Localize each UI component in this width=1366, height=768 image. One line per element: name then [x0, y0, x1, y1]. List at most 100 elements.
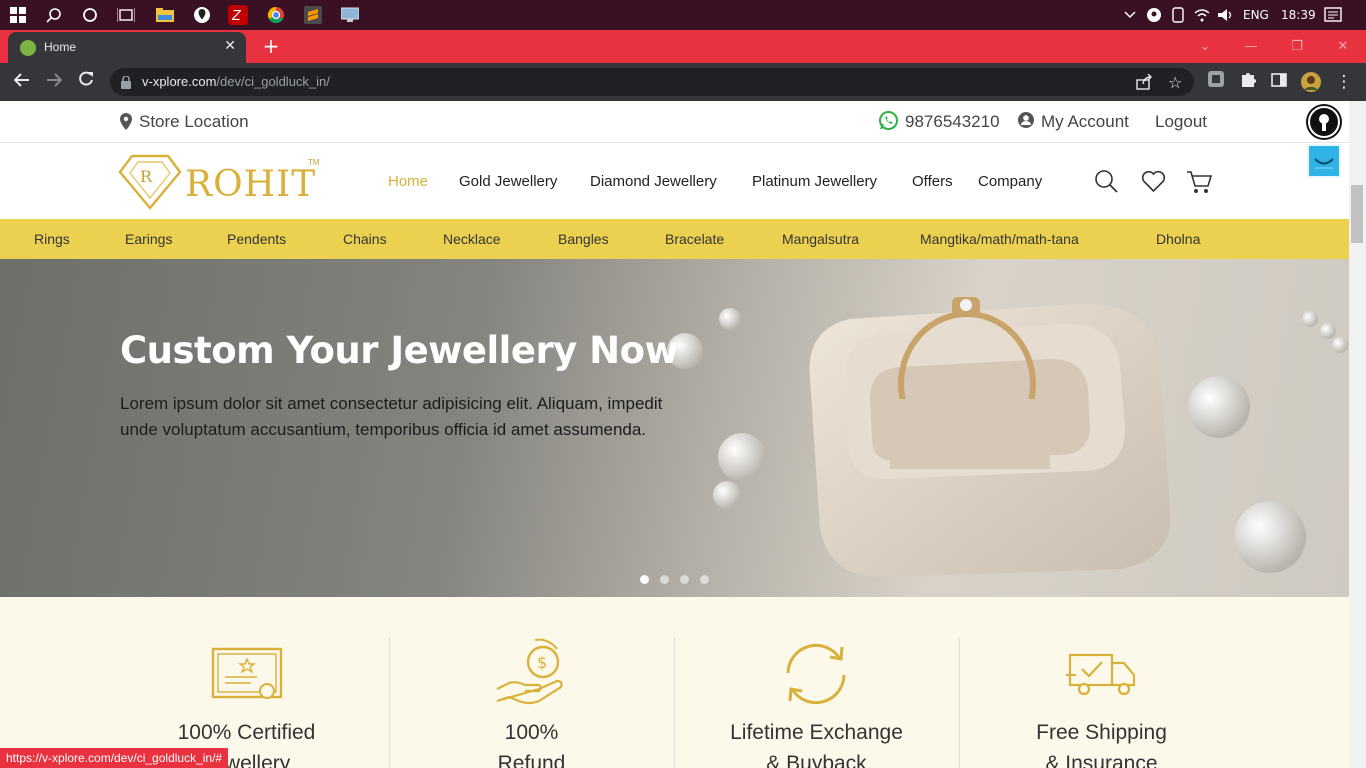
hero-slider: Custom Your Jewellery Now Lorem ipsum do…: [0, 259, 1349, 597]
logout-link[interactable]: Logout: [1155, 112, 1207, 132]
browser-tab[interactable]: Home ✕: [8, 32, 246, 63]
clock[interactable]: 18:39: [1281, 0, 1316, 30]
remote-desktop-icon[interactable]: [340, 5, 360, 25]
sublime-text-icon[interactable]: [303, 5, 323, 25]
slider-dot-1-active[interactable]: [640, 575, 649, 584]
svg-text:$: $: [537, 653, 547, 672]
task-view-icon[interactable]: [116, 5, 136, 25]
lock-icon[interactable]: [121, 74, 131, 93]
main-header: R ROHIT TM Home Gold Jewellery Diamond J…: [0, 144, 1349, 219]
address-bar[interactable]: v-xplore.com/dev/ci_goldluck_in/ ☆: [110, 68, 1194, 96]
logo-trademark: TM: [308, 158, 320, 167]
page-scrollbar[interactable]: [1349, 101, 1366, 768]
extension-grey-icon[interactable]: [1205, 71, 1227, 93]
category-necklace[interactable]: Necklace: [443, 231, 501, 247]
webpage: Store Location 9876543210 My Account Log…: [0, 101, 1349, 768]
file-explorer-icon[interactable]: [155, 5, 175, 25]
language-indicator[interactable]: ENG: [1243, 0, 1269, 30]
browser-toolbar: v-xplore.com/dev/ci_goldluck_in/ ☆ ⋮: [0, 63, 1366, 101]
category-mangtika[interactable]: Mangtika/math/math-tana: [920, 231, 1079, 247]
exchange-cycle-icon: [786, 643, 846, 705]
logo-text: ROHIT: [185, 164, 317, 205]
browser-menu-icon[interactable]: ⋮: [1333, 71, 1355, 93]
url-text[interactable]: v-xplore.com/dev/ci_goldluck_in/: [142, 74, 330, 89]
windows-taskbar: Z ENG 18:39: [0, 0, 1366, 30]
floating-keyhole-widget-icon[interactable]: [1306, 104, 1342, 140]
hero-title: Custom Your Jewellery Now: [120, 329, 679, 372]
hero-description: Lorem ipsum dolor sit amet consectetur a…: [120, 394, 663, 439]
site-logo[interactable]: R ROHIT TM: [118, 152, 328, 212]
back-arrow-icon[interactable]: [11, 71, 33, 93]
whatsapp-icon: [879, 111, 898, 135]
feature-text: Lifetime Exchange & Buyback: [730, 721, 903, 768]
category-bangles[interactable]: Bangles: [558, 231, 609, 247]
floating-chat-widget-icon[interactable]: [1307, 144, 1341, 178]
side-panel-icon[interactable]: [1268, 71, 1290, 93]
link-status-bubble: https://v-xplore.com/dev/ci_goldluck_in/…: [0, 748, 229, 768]
site-favicon-icon: [20, 40, 36, 56]
maps-icon[interactable]: [192, 5, 212, 25]
share-icon[interactable]: [1136, 73, 1152, 94]
category-chains[interactable]: Chains: [343, 231, 387, 247]
certificate-icon: [211, 647, 283, 699]
extensions-puzzle-icon[interactable]: [1237, 71, 1259, 93]
nav-diamond-jewellery[interactable]: Diamond Jewellery: [590, 173, 717, 190]
nav-gold-jewellery[interactable]: Gold Jewellery: [459, 173, 557, 190]
wishlist-heart-icon[interactable]: [1141, 170, 1166, 198]
search-icon[interactable]: [1095, 170, 1118, 198]
cortana-icon[interactable]: [80, 5, 100, 25]
notifications-icon[interactable]: [1323, 5, 1343, 25]
user-circle-icon: [1018, 112, 1034, 133]
category-bracelate[interactable]: Bracelate: [665, 231, 724, 247]
features-section: 100% Certified Jewellery $ 100% Refund L…: [0, 597, 1349, 768]
bookmark-star-icon[interactable]: ☆: [1168, 73, 1182, 92]
delivery-truck-icon: [1066, 653, 1136, 696]
svg-text:Z: Z: [231, 9, 242, 24]
nav-platinum-jewellery[interactable]: Platinum Jewellery: [752, 173, 877, 190]
profile-avatar[interactable]: [1300, 71, 1322, 93]
nav-offers[interactable]: Offers: [912, 173, 953, 190]
windows-start-icon[interactable]: [8, 5, 28, 25]
minimize-button[interactable]: —: [1228, 33, 1274, 61]
store-location-link[interactable]: Store Location: [139, 112, 249, 132]
slider-dot-3[interactable]: [680, 575, 689, 584]
new-tab-button[interactable]: +: [259, 32, 283, 60]
diamond-logo-icon: R: [118, 154, 182, 210]
slider-dot-4[interactable]: [700, 575, 709, 584]
phone-number[interactable]: 9876543210: [905, 112, 1000, 132]
tab-title: Home: [44, 40, 77, 54]
tab-search-icon[interactable]: ⌄: [1182, 33, 1228, 61]
category-rings[interactable]: Rings: [34, 231, 70, 247]
category-dholna[interactable]: Dholna: [1156, 231, 1200, 247]
category-bar: Rings Earings Pendents Chains Necklace B…: [0, 219, 1349, 259]
restore-button[interactable]: ❐: [1274, 33, 1320, 61]
slider-dot-2[interactable]: [660, 575, 669, 584]
wifi-icon[interactable]: [1192, 5, 1212, 25]
forward-arrow-icon[interactable]: [43, 71, 65, 93]
svg-text:R: R: [140, 167, 153, 186]
close-window-button[interactable]: ✕: [1320, 33, 1366, 61]
cart-icon[interactable]: [1186, 170, 1213, 199]
category-pendents[interactable]: Pendents: [227, 231, 286, 247]
reload-icon[interactable]: [75, 71, 97, 93]
chevron-up-icon[interactable]: [1120, 5, 1140, 25]
chrome-icon[interactable]: [266, 5, 286, 25]
search-icon[interactable]: [44, 5, 64, 25]
scrollbar-thumb[interactable]: [1351, 185, 1363, 243]
device-tray-icon[interactable]: [1168, 5, 1188, 25]
browser-tab-strip: Home ✕ + ⌄ — ❐ ✕: [0, 30, 1366, 63]
category-mangalsutra[interactable]: Mangalsutra: [782, 231, 859, 247]
top-info-bar: Store Location 9876543210 My Account Log…: [0, 101, 1349, 143]
nav-company[interactable]: Company: [978, 173, 1042, 190]
feature-text: Free Shipping & Insurance: [1036, 721, 1167, 768]
close-tab-icon[interactable]: ✕: [224, 38, 236, 54]
location-tray-icon[interactable]: [1144, 5, 1164, 25]
filezilla-icon[interactable]: Z: [228, 5, 248, 25]
map-pin-icon: [120, 113, 132, 135]
nav-home[interactable]: Home: [388, 173, 428, 190]
refund-hand-coin-icon: $: [496, 638, 563, 705]
volume-icon[interactable]: [1216, 5, 1236, 25]
my-account-link[interactable]: My Account: [1041, 112, 1129, 132]
feature-text: 100% Refund: [497, 721, 566, 768]
category-earings[interactable]: Earings: [125, 231, 172, 247]
